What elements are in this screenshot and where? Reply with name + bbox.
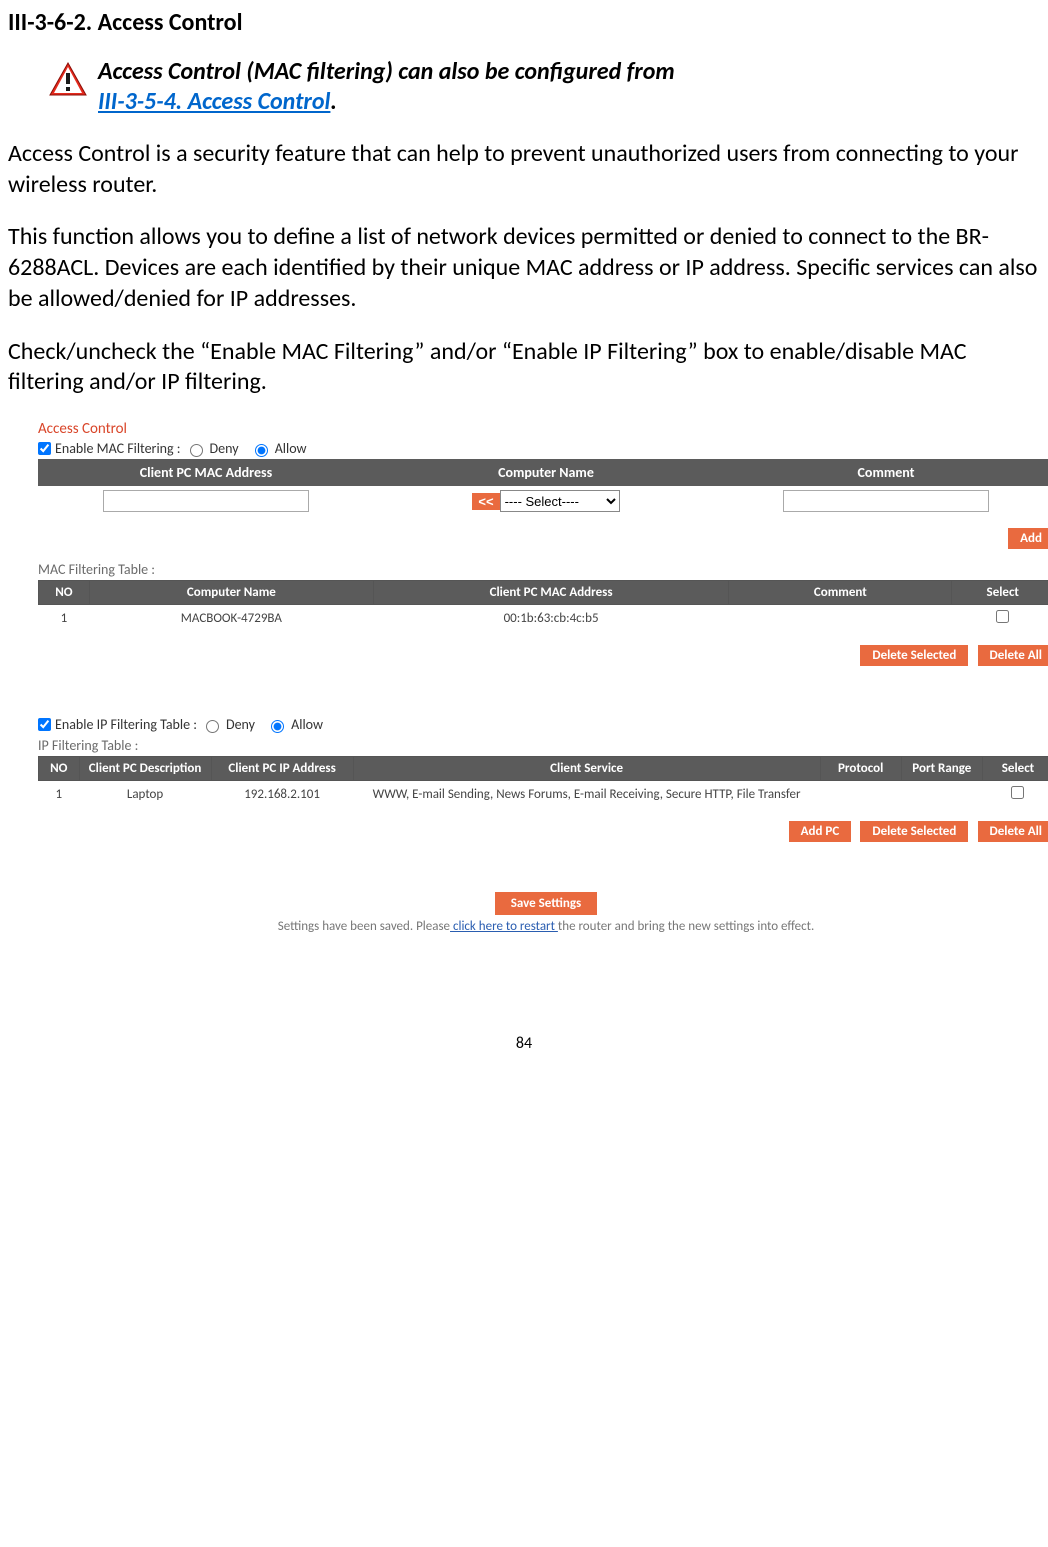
ip-row-ip: 192.168.2.101 [211,781,353,809]
ip-row-service: WWW, E-mail Sending, News Forums, E-mail… [353,781,820,809]
mac-enable-row: Enable MAC Filtering : Deny Allow [38,440,1048,457]
note-link[interactable]: III-3-5-4. Access Control [98,87,330,116]
ip-delete-selected-button[interactable]: Delete Selected [860,821,968,842]
mac-table-label: MAC Filtering Table : [38,561,1048,578]
section-heading: III-3-6-2. Access Control [8,8,1040,37]
mac-th-name: Computer Name [89,581,373,605]
enable-mac-checkbox[interactable] [38,442,51,455]
mac-delete-selected-button[interactable]: Delete Selected [860,645,968,666]
body-para-3: Check/uncheck the “Enable MAC Filtering”… [8,337,1040,398]
ip-row-select-checkbox[interactable] [1011,786,1024,799]
mac-delete-all-button[interactable]: Delete All [978,645,1048,666]
mac-row-comment [729,605,952,633]
body-para-2: This function allows you to define a lis… [8,222,1040,314]
mac-add-row: Add [38,528,1048,549]
mac-allow-radio[interactable] [255,444,268,457]
ip-button-row: Add PC Delete Selected Delete All [38,821,1048,842]
mac-add-button[interactable]: Add [1008,528,1048,549]
note-block: Access Control (MAC filtering) can also … [8,57,1040,117]
note-line1: Access Control (MAC filtering) can also … [98,57,675,86]
mac-select-apply-button[interactable]: << [472,493,499,510]
ip-th-proto: Protocol [820,757,901,781]
mac-address-input[interactable] [103,490,308,512]
note-tail: . [330,87,336,116]
mac-input-header: Client PC MAC Address Computer Name Comm… [38,459,1048,516]
page-number: 84 [8,1034,1040,1053]
mac-row-name: MACBOOK-4729BA [89,605,373,633]
mac-th-select: Select [952,581,1048,605]
enable-mac-label: Enable MAC Filtering : [55,440,181,457]
mac-row-mac: 00:1b:63:cb:4c:b5 [373,605,728,633]
ip-delete-all-button[interactable]: Delete All [978,821,1048,842]
panel-title: Access Control [38,420,1048,438]
mac-hdr-compname: Computer Name [373,460,718,486]
ip-add-pc-button[interactable]: Add PC [789,821,852,842]
access-control-panel: Access Control Enable MAC Filtering : De… [38,420,1048,934]
ip-th-desc: Client PC Description [79,757,211,781]
enable-ip-label: Enable IP Filtering Table : [55,716,197,733]
save-row: Save Settings [38,892,1048,915]
ip-th-select: Select [982,757,1048,781]
restart-link[interactable]: click here to restart [450,919,558,934]
ip-th-ip: Client PC IP Address [211,757,353,781]
saved-msg-pre: Settings have been saved. Please [278,919,450,934]
ip-deny-radio[interactable] [206,720,219,733]
ip-filtering-table: NO Client PC Description Client PC IP Ad… [38,756,1048,809]
mac-deny-radio[interactable] [190,444,203,457]
mac-th-mac: Client PC MAC Address [373,581,728,605]
enable-ip-checkbox[interactable] [38,718,51,731]
computer-name-select[interactable]: ---- Select---- [500,490,620,512]
ip-table-label: IP Filtering Table : [38,737,1048,754]
mac-deny-label: Deny [210,440,239,457]
table-row: 1 MACBOOK-4729BA 00:1b:63:cb:4c:b5 [39,605,1048,633]
mac-th-comment: Comment [729,581,952,605]
mac-filtering-table: NO Computer Name Client PC MAC Address C… [38,580,1048,633]
warning-icon [48,61,88,97]
body-para-1: Access Control is a security feature tha… [8,139,1040,200]
save-settings-button[interactable]: Save Settings [495,892,597,915]
mac-hdr-macaddr: Client PC MAC Address [39,460,374,486]
mac-row-no: 1 [39,605,90,633]
mac-th-no: NO [39,581,90,605]
ip-row-no: 1 [39,781,80,809]
table-row: 1 Laptop 192.168.2.101 WWW, E-mail Sendi… [39,781,1048,809]
ip-allow-radio[interactable] [271,720,284,733]
ip-deny-label: Deny [226,716,255,733]
ip-th-no: NO [39,757,80,781]
ip-row-port [901,781,982,809]
mac-comment-input[interactable] [783,490,988,512]
mac-hdr-comment: Comment [719,460,1048,486]
saved-msg-post: the router and bring the new settings in… [558,919,814,934]
mac-row-select-checkbox[interactable] [996,610,1009,623]
ip-row-proto [820,781,901,809]
ip-th-port: Port Range [901,757,982,781]
ip-enable-row: Enable IP Filtering Table : Deny Allow [38,716,1048,733]
ip-allow-label: Allow [291,716,323,733]
mac-delete-row: Delete Selected Delete All [38,645,1048,666]
mac-allow-label: Allow [275,440,307,457]
note-text: Access Control (MAC filtering) can also … [98,57,675,117]
ip-row-desc: Laptop [79,781,211,809]
ip-th-service: Client Service [353,757,820,781]
saved-message: Settings have been saved. Please click h… [38,919,1048,934]
